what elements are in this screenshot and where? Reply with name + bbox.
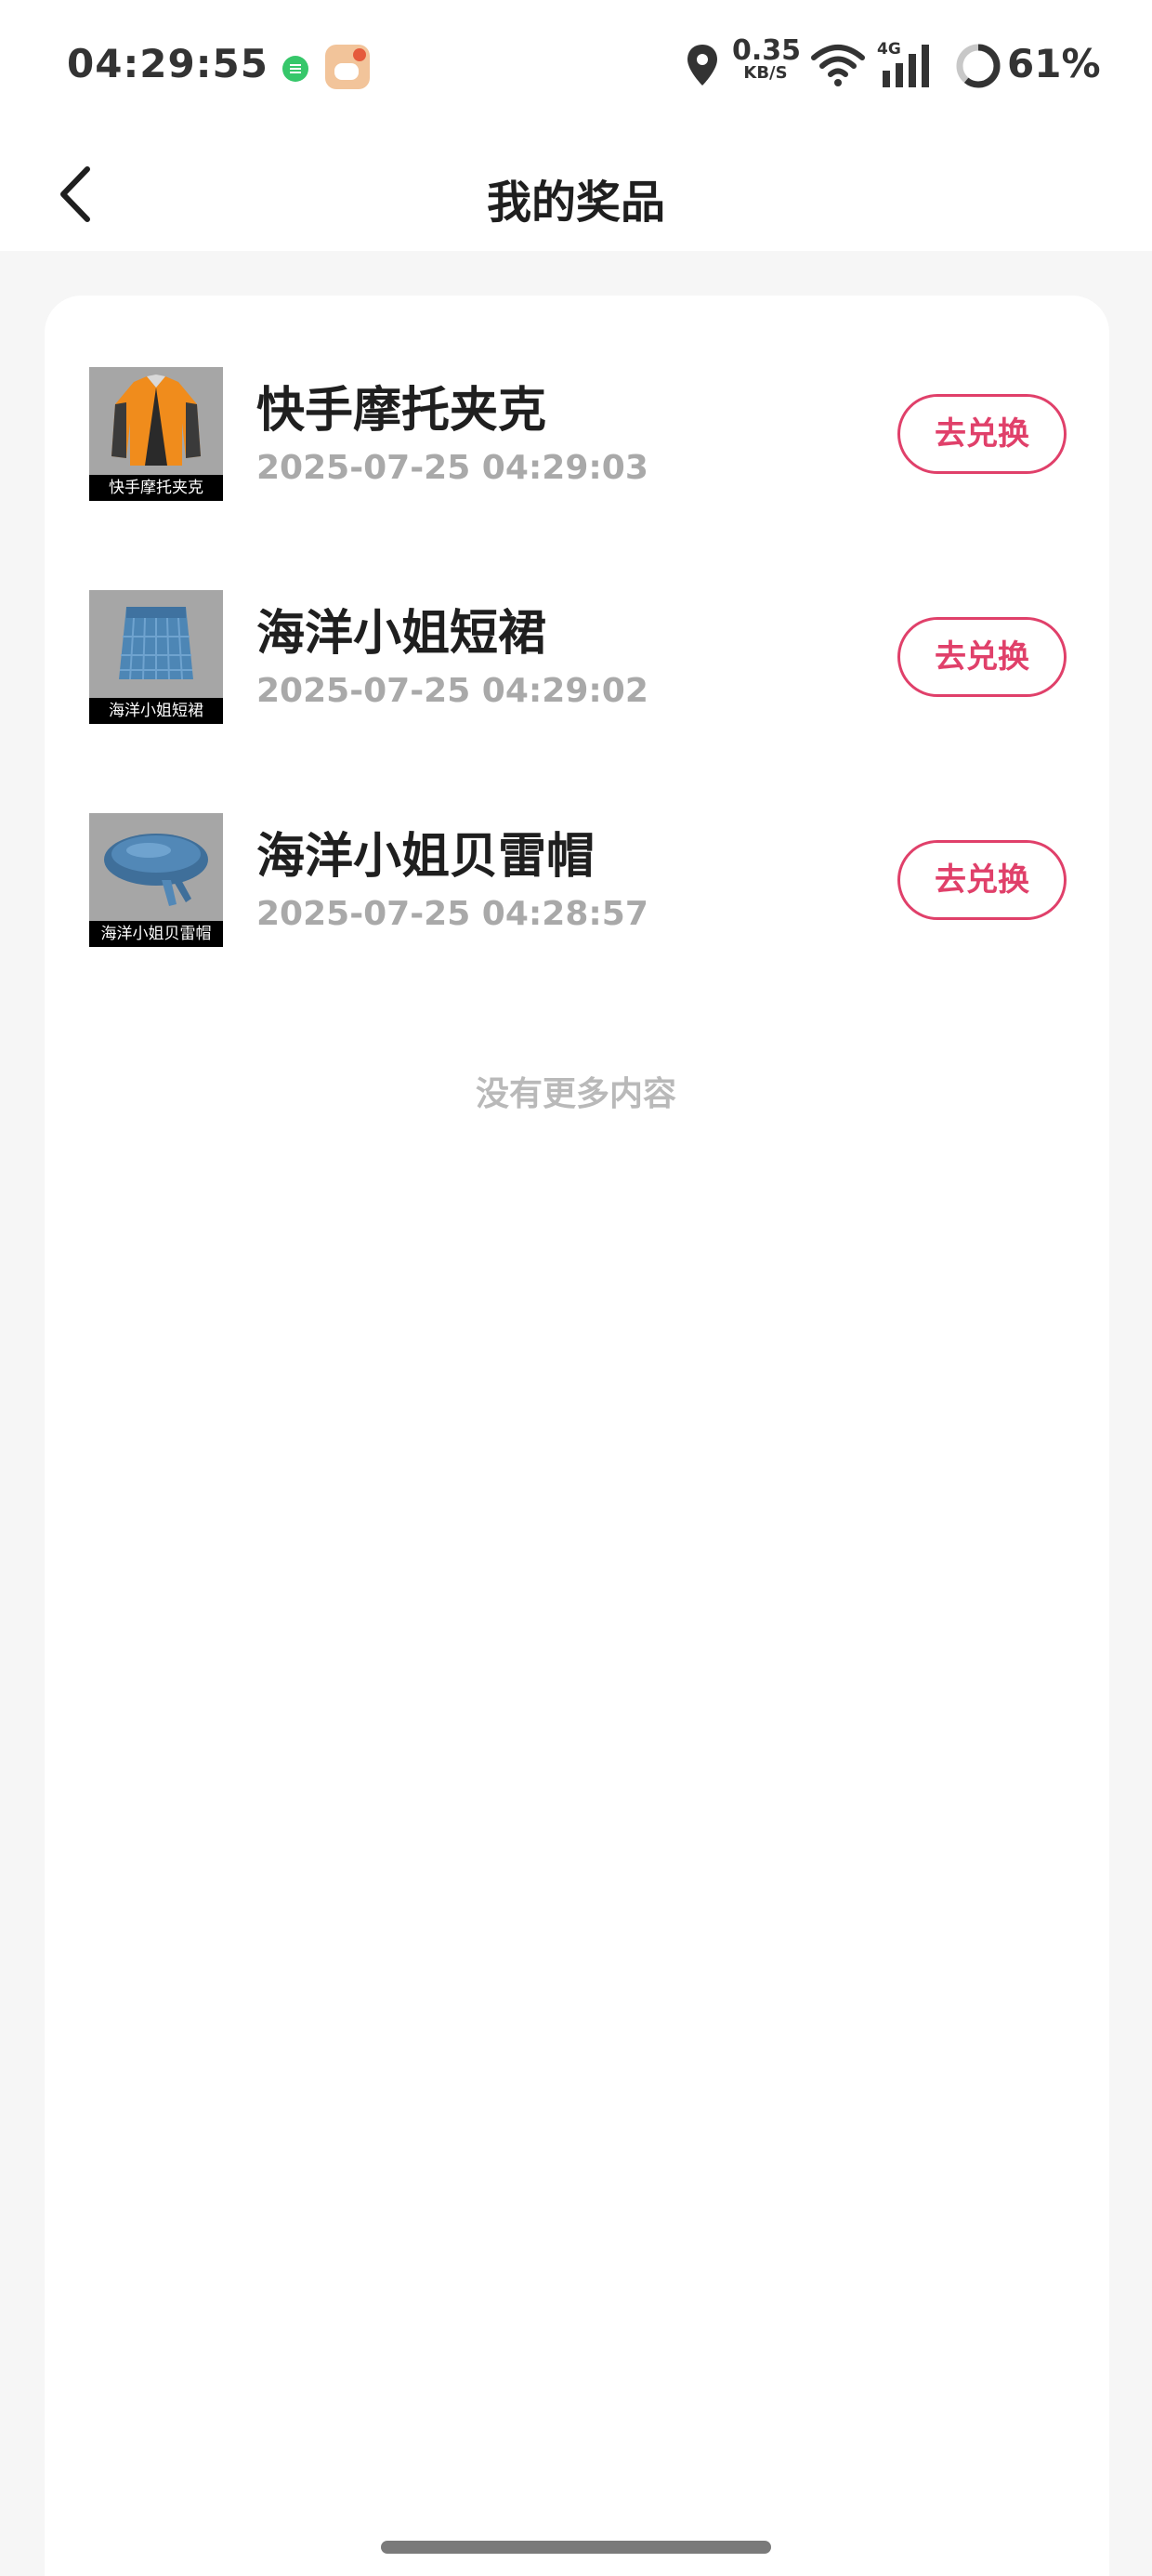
- prize-item: 海洋小姐贝雷帽 海洋小姐贝雷帽 2025-07-25 04:28:57 去兑换: [45, 813, 1109, 947]
- network-speed-unit: KB/S: [743, 63, 788, 83]
- wifi-icon: [810, 37, 866, 93]
- nav-bar: 我的奖品: [0, 138, 1152, 251]
- network-type-label: 4G: [877, 40, 901, 59]
- redeem-button[interactable]: 去兑换: [897, 394, 1067, 474]
- prize-time: 2025-07-25 04:29:02: [256, 672, 648, 710]
- prize-name: 海洋小姐短裙: [256, 606, 547, 662]
- redeem-button[interactable]: 去兑换: [897, 617, 1067, 697]
- thumbnail-caption: 海洋小姐贝雷帽: [89, 921, 223, 947]
- prize-item: 快手摩托夹克 快手摩托夹克 2025-07-25 04:29:03 去兑换: [45, 367, 1109, 501]
- home-indicator[interactable]: [381, 2541, 771, 2554]
- location-icon: [684, 37, 721, 93]
- battery-icon: [953, 37, 1003, 93]
- page-title: 我的奖品: [486, 177, 665, 229]
- cellular-signal-icon: 4G: [877, 37, 936, 93]
- prize-name: 快手摩托夹克: [256, 383, 547, 439]
- prize-name: 海洋小姐贝雷帽: [256, 829, 596, 885]
- message-notification-icon: [282, 56, 308, 82]
- jacket-icon: [111, 375, 201, 466]
- prize-time: 2025-07-25 04:28:57: [256, 895, 648, 933]
- beret-icon: [104, 834, 208, 906]
- status-time: 04:29:55: [67, 41, 268, 86]
- thumbnail-caption: 快手摩托夹克: [89, 475, 223, 501]
- network-speed-value: 0.35: [732, 34, 802, 67]
- prize-thumbnail-skirt: 海洋小姐短裙: [89, 590, 223, 724]
- prize-thumbnail-jacket: 快手摩托夹克: [89, 367, 223, 501]
- prize-thumbnail-beret: 海洋小姐贝雷帽: [89, 813, 223, 947]
- status-bar: 04:29:55 0.35 KB/S 4G 61%: [0, 0, 1152, 138]
- skirt-icon: [119, 607, 193, 680]
- no-more-content-text: 没有更多内容: [475, 1075, 676, 1113]
- redeem-button[interactable]: 去兑换: [897, 840, 1067, 920]
- prize-item: 海洋小姐短裙 海洋小姐短裙 2025-07-25 04:29:02 去兑换: [45, 590, 1109, 724]
- prize-time: 2025-07-25 04:29:03: [256, 449, 648, 487]
- app-notification-icon: [325, 45, 370, 89]
- battery-percent: 61%: [1007, 41, 1101, 86]
- thumbnail-caption: 海洋小姐短裙: [89, 698, 223, 724]
- network-speed: 0.35 KB/S: [732, 34, 802, 93]
